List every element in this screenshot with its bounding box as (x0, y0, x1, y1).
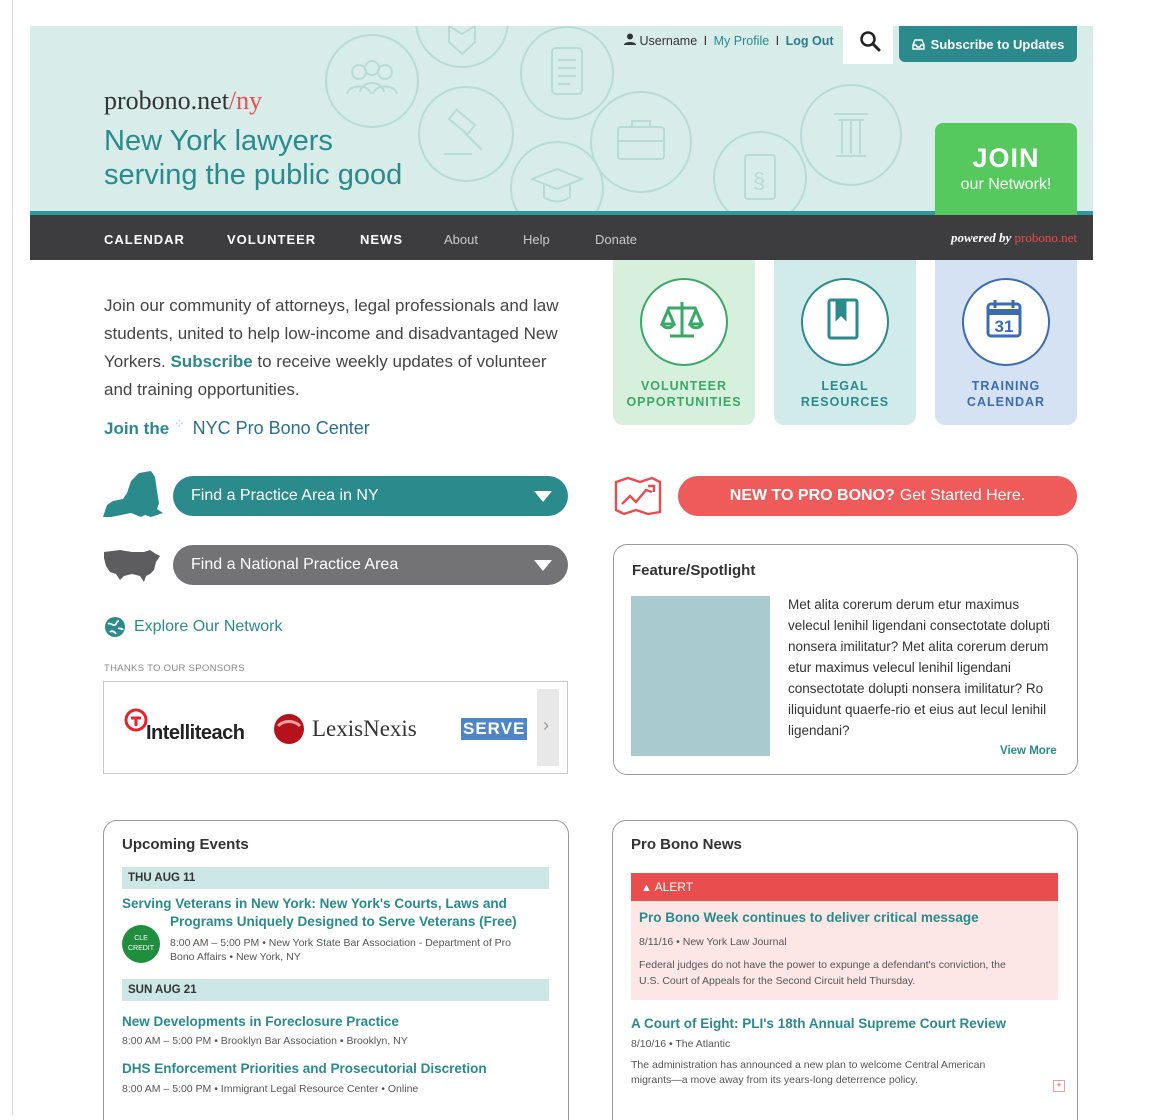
news-item-summary: Federal judges do not have the power to … (639, 959, 1006, 971)
nav-donate[interactable]: Donate (595, 232, 637, 247)
news-item-meta: 8/11/16 • New York Law Journal (639, 936, 787, 948)
news-item-summary: U.S. Court of Appeals for the Second Cir… (639, 975, 916, 987)
intro-text: Join our community of attorneys, legal p… (104, 296, 559, 399)
feature-image[interactable] (631, 596, 770, 756)
tile-volunteer[interactable]: VOLUNTEER OPPORTUNITIES (613, 260, 755, 425)
join-network-button[interactable]: JOIN our Network! (935, 123, 1077, 215)
shield-icon (415, 26, 509, 68)
sparkle-icon: ⁘ (173, 416, 185, 431)
news-item-title-link[interactable]: Pro Bono Week continues to deliver criti… (639, 910, 979, 925)
tile-training-calendar[interactable]: 31 TRAINING CALENDAR (935, 260, 1077, 425)
search-button[interactable] (843, 26, 893, 64)
user-bar: Username I My Profile I Log Out (624, 33, 834, 48)
tile-volunteer-label: VOLUNTEER OPPORTUNITIES (626, 379, 742, 409)
nav-news[interactable]: NEWS (360, 232, 403, 247)
subscribe-link[interactable]: Subscribe (170, 352, 252, 371)
national-practice-label: Find a National Practice Area (191, 556, 399, 573)
nav-about[interactable]: About (444, 232, 478, 247)
tile-legal-resources[interactable]: LEGAL RESOURCES (774, 260, 916, 425)
map-trend-icon (614, 476, 662, 516)
chevron-right-icon: › (543, 715, 549, 735)
event-meta: 8:00 AM – 5:00 PM • New York State Bar A… (170, 937, 512, 949)
news-item-meta: 8/10/16 • The Atlantic (631, 1038, 731, 1050)
svg-text:31: 31 (995, 317, 1014, 336)
event-title-link[interactable]: DHS Enforcement Priorities and Prosecuto… (122, 1060, 487, 1078)
join-center-link[interactable]: Join the ⁘ NYC Pro Bono Center (104, 416, 370, 439)
chevron-down-icon (534, 491, 552, 502)
feature-text: Met alita corerum derum etur maximus vel… (788, 597, 1050, 738)
separator: I (775, 34, 780, 48)
new-york-state-icon (103, 471, 163, 517)
globe-icon (105, 617, 125, 637)
ny-practice-label: Find a Practice Area in NY (191, 487, 379, 504)
event-title-link[interactable]: New Developments in Foreclosure Practice (122, 1013, 399, 1031)
event-meta: 8:00 AM – 5:00 PM • Brooklyn Bar Associa… (122, 1035, 408, 1047)
feature-title: Feature/Spotlight (632, 562, 756, 579)
sponsor-lexisnexis[interactable]: LexisNexis (272, 712, 417, 746)
sponsors-title: THANKS TO OUR SPONSORS (104, 663, 245, 674)
news-title: Pro Bono News (631, 836, 742, 853)
lexisnexis-logo-icon (274, 714, 304, 744)
site-logo[interactable]: probono.net/ny (104, 86, 262, 116)
news-item-title-link[interactable]: A Court of Eight: PLI's 18th Annual Supr… (631, 1016, 1006, 1031)
ny-practice-area-dropdown[interactable]: Find a Practice Area in NY (173, 476, 568, 516)
briefcase-icon (590, 91, 692, 193)
chevron-down-icon (534, 560, 552, 571)
events-title: Upcoming Events (122, 836, 249, 853)
alert-bar: ▲ ALERT (631, 873, 1058, 901)
subscribe-button[interactable]: Subscribe to Updates (899, 26, 1077, 62)
explore-network-link[interactable]: Explore Our Network (104, 616, 283, 638)
nav-volunteer[interactable]: VOLUNTEER (227, 232, 316, 247)
search-icon (860, 31, 881, 52)
my-profile-link[interactable]: My Profile (714, 34, 770, 48)
main-nav: CALENDAR VOLUNTEER NEWS About Help Donat… (30, 215, 1093, 260)
nav-calendar[interactable]: CALENDAR (104, 232, 185, 247)
join-title: JOIN (972, 143, 1040, 173)
tile-training-label: TRAINING CALENDAR (966, 379, 1046, 409)
usa-map-icon (104, 550, 160, 582)
tile-legal-label: LEGAL RESOURCES (800, 379, 890, 409)
warning-icon: ▲ (641, 882, 652, 894)
book-icon (801, 278, 889, 366)
sponsor-serve[interactable]: SERVE (461, 718, 527, 740)
inbox-icon (911, 38, 925, 50)
event-title-link[interactable]: Serving Veterans in New York: New York's… (122, 895, 507, 913)
event-day-header: SUN AUG 21 (122, 979, 549, 1001)
user-icon (624, 33, 639, 48)
cle-credit-badge: CLE CREDIT (122, 925, 160, 963)
news-item-summary: migrants—a move away from its years-long… (631, 1074, 918, 1086)
scales-icon (640, 278, 728, 366)
separator: I (703, 34, 708, 48)
new-to-pro-bono-button[interactable]: NEW TO PRO BONO? Get Started Here. (678, 476, 1077, 516)
view-more-link[interactable]: View More (1000, 745, 1057, 757)
graduation-cap-icon (510, 141, 604, 212)
event-meta: 8:00 AM – 5:00 PM • Immigrant Legal Reso… (122, 1083, 419, 1095)
event-meta: Bono Affairs • New York, NY (170, 951, 301, 963)
carousel-next-button[interactable]: › (537, 689, 559, 766)
username-label: Username (639, 34, 698, 48)
news-item-summary: The administration has announced a new p… (631, 1059, 986, 1071)
logout-link[interactable]: Log Out (786, 34, 834, 48)
subscribe-label: Subscribe to Updates (930, 36, 1065, 52)
event-title-link[interactable]: Programs Uniquely Designed to Serve Vete… (170, 913, 517, 931)
expand-icon[interactable]: + (1053, 1080, 1065, 1092)
people-icon (325, 34, 419, 128)
event-day-header: THU AUG 11 (122, 867, 549, 889)
national-practice-area-dropdown[interactable]: Find a National Practice Area (173, 545, 568, 585)
svg-text:§: § (753, 168, 765, 193)
column-icon (800, 84, 902, 186)
powered-by[interactable]: powered by probono.net (951, 230, 1077, 246)
sponsors-carousel: Intelliteach LexisNexis SERVE › (103, 681, 568, 774)
calendar-icon: 31 (962, 278, 1050, 366)
section-icon: § (713, 131, 807, 212)
join-subtitle: our Network! (960, 176, 1052, 193)
page-left-border (12, 0, 13, 1115)
nav-help[interactable]: Help (523, 232, 550, 247)
site-tagline: New York lawyers serving the public good (104, 125, 403, 191)
